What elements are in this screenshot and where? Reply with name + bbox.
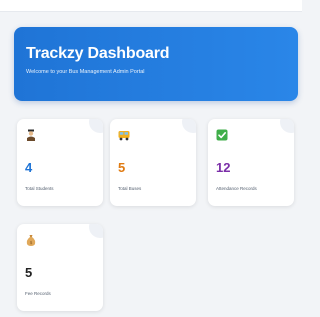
bus-icon (118, 131, 130, 141)
stat-card-attendance[interactable]: 12 Attendance Records (208, 119, 294, 206)
fees-count: 5 (25, 265, 33, 280)
fees-label: Fee Records (25, 291, 51, 296)
attendance-label: Attendance Records (216, 186, 257, 191)
banner-title: Trackzy Dashboard (26, 45, 170, 62)
dashboard-page: Trackzy Dashboard Welcome to your Bus Ma… (0, 0, 302, 317)
buses-count: 5 (118, 160, 126, 175)
stat-card-buses[interactable]: 5 Total Buses (110, 119, 196, 206)
money-bag-icon: $ (26, 235, 36, 246)
svg-text:$: $ (30, 240, 33, 246)
buses-label: Total Buses (118, 186, 142, 191)
students-count: 4 (25, 160, 33, 175)
students-label: Total Students (25, 186, 54, 191)
student-icon (27, 129, 35, 141)
welcome-banner: Trackzy Dashboard Welcome to your Bus Ma… (14, 27, 298, 101)
stat-card-fees[interactable]: $ 5 Fee Records (17, 224, 103, 311)
check-icon (216, 129, 228, 141)
attendance-count: 12 (216, 160, 231, 175)
stat-card-students[interactable]: 4 Total Students (17, 119, 103, 206)
banner-subtitle: Welcome to your Bus Management Admin Por… (26, 69, 145, 75)
top-bar (0, 0, 302, 12)
